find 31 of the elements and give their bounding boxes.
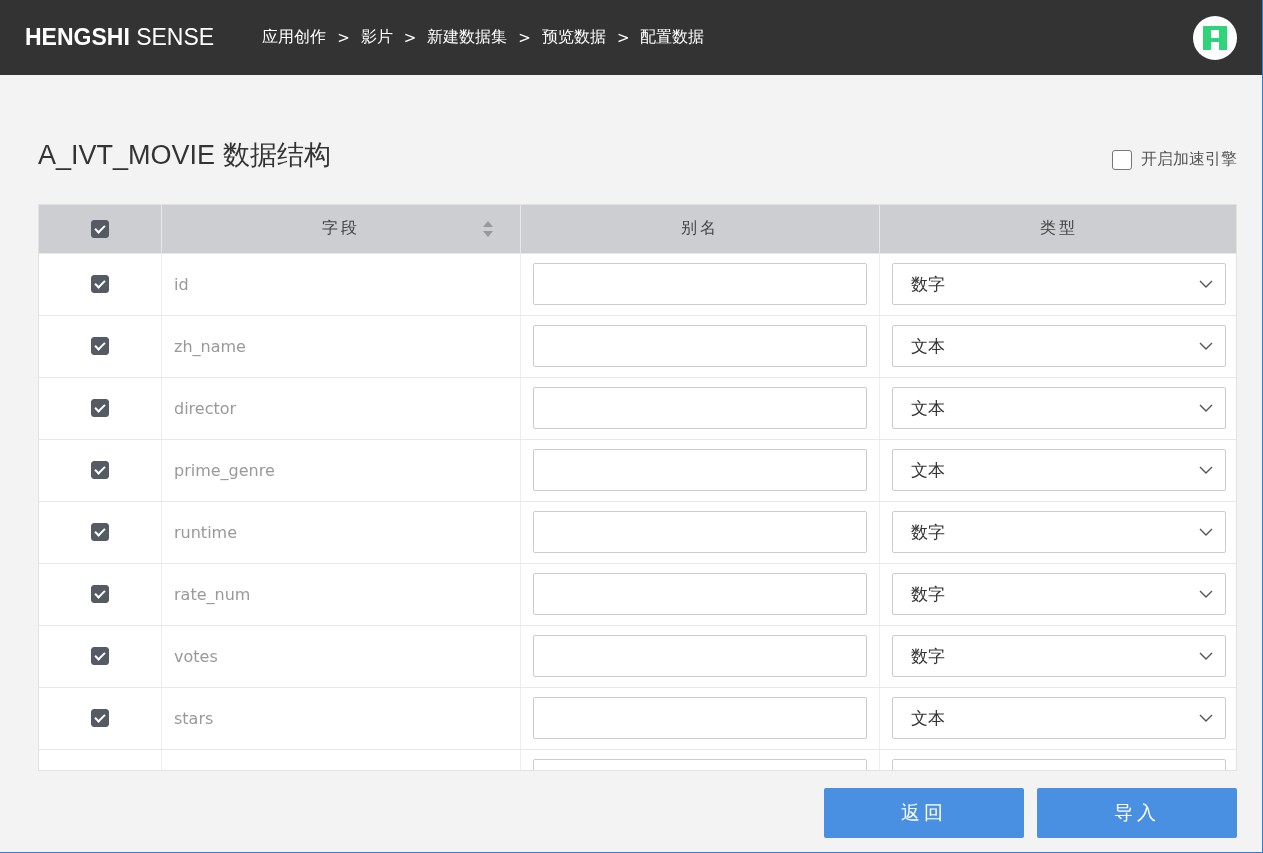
breadcrumb-separator: > <box>337 28 350 47</box>
column-header: 别名 <box>681 218 719 240</box>
field-name: rate_num <box>174 584 251 604</box>
type-dropdown[interactable]: 文本 <box>892 325 1226 368</box>
type-dropdown[interactable]: 数字 <box>892 511 1226 554</box>
type-dropdown[interactable]: 数字 <box>892 635 1226 678</box>
field-name: id <box>174 274 189 294</box>
page-title: A_IVT_MOVIE 数据结构 <box>38 138 331 172</box>
breadcrumb-link[interactable]: 影片 <box>360 27 393 48</box>
column-header: 类型 <box>1040 218 1078 240</box>
type-dropdown[interactable]: 文本 <box>892 449 1226 492</box>
breadcrumb-separator: > <box>616 28 630 47</box>
app-logo[interactable]: HENGSHI SENSE <box>25 24 215 51</box>
field-name: runtime <box>174 522 237 542</box>
breadcrumb-link[interactable]: 应用创作 <box>262 27 327 48</box>
type-dropdown[interactable]: 数字 <box>892 573 1226 616</box>
column-header: 字段 <box>322 218 360 240</box>
type-dropdown[interactable]: 文本 <box>892 697 1226 740</box>
field-name: stars <box>174 708 214 728</box>
field-name: director <box>174 398 237 418</box>
breadcrumb-separator: > <box>518 28 531 47</box>
breadcrumb-link[interactable]: 配置数据 <box>640 27 705 48</box>
type-dropdown[interactable]: 数字 <box>892 263 1226 306</box>
breadcrumb-link[interactable]: 新建数据集 <box>427 27 508 48</box>
field-name: votes <box>174 646 218 666</box>
field-name: zh_name <box>174 336 246 356</box>
type-dropdown[interactable]: 文本 <box>892 387 1226 430</box>
field-name: prime_genre <box>174 460 275 480</box>
breadcrumb-separator: > <box>403 28 417 47</box>
checkbox-label: 开启加速引擎 <box>1141 149 1237 171</box>
breadcrumb-link[interactable]: 预览数据 <box>541 27 606 48</box>
